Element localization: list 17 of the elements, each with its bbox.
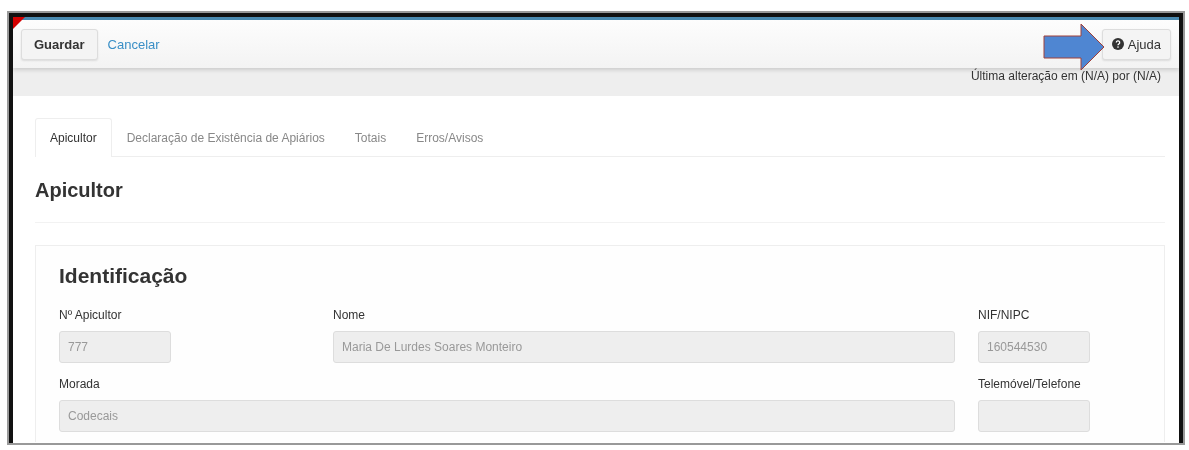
page-title: Apicultor bbox=[35, 179, 124, 202]
tab[interactable]: Declaração de Existência de Apiários bbox=[111, 118, 340, 157]
tab[interactable]: Apicultor bbox=[35, 118, 112, 157]
tab[interactable]: Erros/Avisos bbox=[401, 118, 499, 157]
help-icon bbox=[1111, 38, 1124, 50]
arrow-drawing bbox=[1043, 23, 1105, 71]
field-label: Telemóvel/Telefone bbox=[978, 377, 1082, 391]
save-button[interactable]: Guardar bbox=[21, 28, 98, 60]
field-label: Nº Apicultor bbox=[59, 308, 123, 322]
field-label: Morada bbox=[59, 377, 101, 391]
field-label: Nome bbox=[333, 308, 366, 322]
section-title: Identificação bbox=[59, 264, 189, 288]
field-label: NIF/NIPC bbox=[978, 308, 1031, 322]
cancel-link[interactable]: Cancelar bbox=[107, 36, 160, 52]
tab[interactable]: Totais bbox=[339, 118, 402, 157]
last-change-text: Última alteração em (N/A) por (N/A) bbox=[970, 69, 1161, 83]
help-button[interactable]: Ajuda bbox=[1101, 28, 1171, 60]
